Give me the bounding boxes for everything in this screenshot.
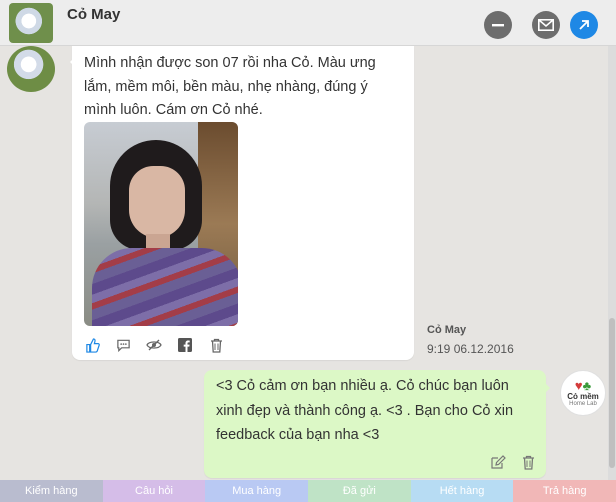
outgoing-message-text: <3 Cỏ cảm ơn bạn nhiều ạ. Cỏ chúc bạn lu… <box>216 378 514 443</box>
mail-icon[interactable] <box>532 11 560 39</box>
tab-tra-hang[interactable]: Trả hàng <box>513 480 616 502</box>
outgoing-actions <box>490 454 536 470</box>
comment-icon[interactable] <box>115 337 131 353</box>
attached-photo[interactable] <box>84 122 238 326</box>
contact-avatar[interactable] <box>9 3 53 43</box>
tab-mua-hang[interactable]: Mua hàng <box>205 480 309 502</box>
scrollbar-thumb[interactable] <box>609 318 615 468</box>
tab-da-gui[interactable]: Đã gửi <box>308 480 411 502</box>
meta-time: 9:19 06.12.2016 <box>427 342 514 356</box>
trash-icon[interactable] <box>208 337 224 353</box>
clover-icon: ♥♣ <box>574 377 592 393</box>
incoming-message: Mình nhận được son 07 rồi nha Cỏ. Màu ưn… <box>70 46 414 360</box>
brand-name: Cỏ mềm <box>567 391 599 401</box>
message-actions <box>84 336 224 354</box>
minus-circle-icon[interactable] <box>484 11 512 39</box>
message-meta: Cỏ May 9:19 06.12.2016 <box>427 324 514 356</box>
facebook-icon[interactable] <box>177 337 193 353</box>
trash-icon[interactable] <box>520 454 536 470</box>
incoming-message-text: Mình nhận được son 07 rồi nha Cỏ. Màu ưn… <box>84 55 376 118</box>
edit-icon[interactable] <box>490 454 506 470</box>
tab-kiem-hang[interactable]: Kiểm hàng <box>0 480 103 502</box>
brand-logo[interactable]: ♥♣ Cỏ mềm Home Lab <box>560 370 606 416</box>
outgoing-message: <3 Cỏ cảm ơn bạn nhiều ạ. Cỏ chúc bạn lu… <box>204 370 550 478</box>
brand-sub: Home Lab <box>569 400 597 407</box>
open-external-icon[interactable] <box>570 11 598 39</box>
tab-het-hang[interactable]: Hết hàng <box>410 480 514 502</box>
tab-cau-hoi[interactable]: Câu hỏi <box>102 480 206 502</box>
eye-slash-icon[interactable] <box>146 337 162 353</box>
thumbs-up-icon[interactable] <box>84 337 100 353</box>
meta-sender: Cỏ May <box>427 324 467 336</box>
label-tab-bar: Kiểm hàng Câu hỏi Mua hàng Đã gửi Hết hà… <box>0 480 616 502</box>
chat-header: Cỏ May <box>0 0 616 46</box>
contact-name: Cỏ May <box>67 6 121 23</box>
sender-avatar[interactable] <box>7 46 55 92</box>
